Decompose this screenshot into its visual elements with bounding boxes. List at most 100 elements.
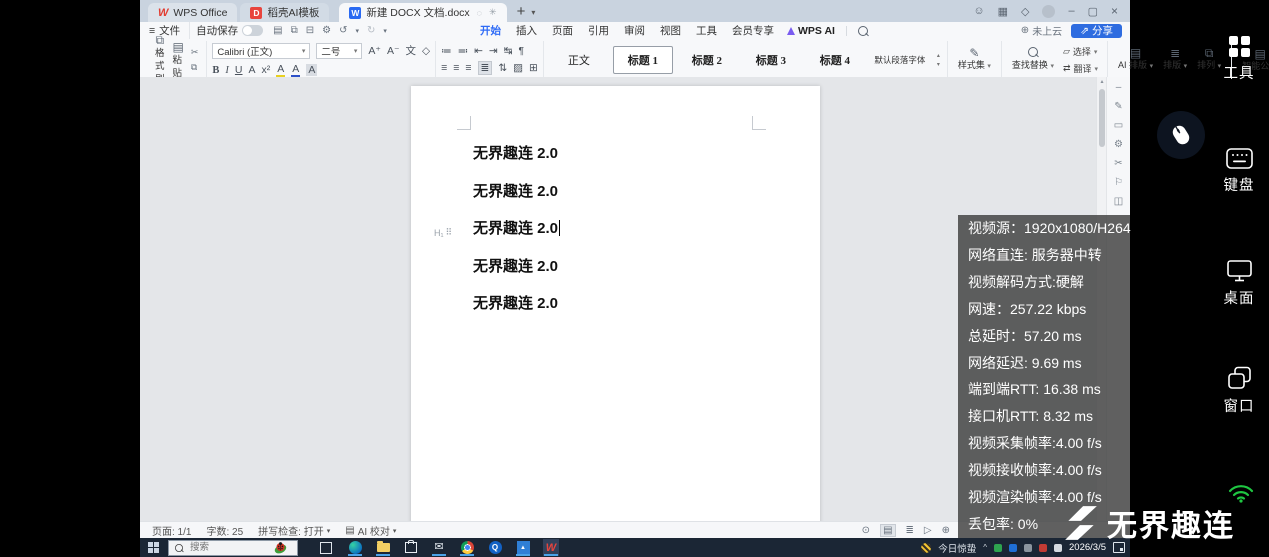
search-icon[interactable] <box>857 25 868 36</box>
menu-review[interactable]: 审阅 <box>622 23 647 38</box>
font-size-select[interactable]: 二号 ▾ <box>316 42 363 59</box>
search-app-icon[interactable]: Q <box>487 539 503 556</box>
style-set-button[interactable]: ✎ 样式集 ▾ <box>953 47 996 73</box>
gear-icon[interactable]: ⚙ <box>322 25 331 36</box>
menu-view[interactable]: 视图 <box>658 23 683 38</box>
style-default-font[interactable]: 默认段落字体 <box>869 46 931 74</box>
start-button[interactable] <box>140 538 166 557</box>
document-text[interactable]: 无界趣连 2.0 无界趣连 2.0 无界趣连 2.0 无界趣连 2.0 无界趣连… <box>473 135 561 323</box>
bullet-list-button[interactable]: ≔ <box>441 45 452 57</box>
new-tab-button[interactable]: + <box>517 3 526 20</box>
feedback-smiley-icon[interactable]: ☺ <box>973 5 984 17</box>
find-replace-button[interactable]: 查找替换 ▾ <box>1007 47 1059 73</box>
font-color-button[interactable]: A <box>291 63 301 78</box>
menu-tools[interactable]: 工具 <box>694 23 719 38</box>
document-page[interactable]: 无界趣连 2.0 无界趣连 2.0 无界趣连 2.0 无界趣连 2.0 无界趣连… <box>411 86 820 521</box>
italic-button[interactable]: I <box>225 65 229 76</box>
line-spacing-button[interactable]: ⇅ <box>498 62 507 74</box>
print-icon[interactable]: ⊟ <box>306 25 314 36</box>
read-view-icon[interactable]: ▷ <box>924 525 932 536</box>
style-body[interactable]: 正文 <box>549 46 609 74</box>
copy-icon[interactable]: ⧉ <box>191 62 199 73</box>
note-icon[interactable]: ◫ <box>1114 196 1123 207</box>
mouse-mode-button[interactable] <box>1157 111 1205 159</box>
restore-button[interactable]: ▢ <box>1088 5 1098 18</box>
tray-icon-red[interactable] <box>1039 543 1048 552</box>
share-button[interactable]: ⇗ 分享 <box>1071 23 1122 38</box>
scrollbar-thumb[interactable] <box>1098 89 1105 147</box>
justify-button[interactable]: ≣ <box>477 61 493 75</box>
mail-app-icon[interactable]: ✉ <box>431 539 447 556</box>
decrease-indent-button[interactable]: ⇤ <box>474 45 483 57</box>
close-button[interactable]: × <box>1111 4 1118 18</box>
style-heading4[interactable]: 标题 4 <box>805 46 865 74</box>
menu-page[interactable]: 页面 <box>550 23 575 38</box>
apps-icon[interactable]: ◇ <box>1021 5 1029 18</box>
bold-button[interactable]: B <box>212 65 219 76</box>
wps-app-icon[interactable]: W <box>543 539 559 556</box>
paragraph-drag-handle[interactable]: H₁ ⠿ <box>434 227 452 238</box>
style-heading3[interactable]: 标题 3 <box>741 46 801 74</box>
layout-icon[interactable]: ▦ <box>998 5 1008 18</box>
chrome-app-icon[interactable] <box>459 539 475 556</box>
sidebar-item-desktop[interactable]: 桌面 <box>1212 260 1266 308</box>
phonetic-button[interactable]: 文 <box>406 43 417 58</box>
scroll-up-icon[interactable]: ▴ <box>937 52 940 59</box>
menu-reference[interactable]: 引用 <box>586 23 611 38</box>
char-shading-button[interactable]: A <box>306 64 318 76</box>
undo-caret-icon[interactable]: ▾ <box>355 27 359 35</box>
eye-protect-icon[interactable]: ⊙ <box>862 525 870 536</box>
autosave-toggle[interactable] <box>242 25 264 36</box>
more-view-icon[interactable]: ⊕ <box>942 525 950 536</box>
search-input[interactable] <box>188 541 270 554</box>
sidebar-item-window[interactable]: 窗口 <box>1212 366 1266 416</box>
cut-icon[interactable]: ✂ <box>191 47 199 58</box>
tab-wps-office[interactable]: W WPS Office <box>148 3 238 22</box>
scroll-down-icon[interactable]: ▾ <box>937 61 940 68</box>
edge-app-icon[interactable] <box>347 539 363 556</box>
tray-icon-network[interactable] <box>1054 543 1063 552</box>
sidebar-item-tools[interactable]: 工具 <box>1212 36 1266 83</box>
tray-expand-icon[interactable]: ^ <box>983 543 987 552</box>
underline-button[interactable]: U <box>235 64 243 76</box>
style-heading2[interactable]: 标题 2 <box>677 46 737 74</box>
solar-term-label[interactable]: 今日惊蛰 <box>938 541 976 555</box>
show-marks-button[interactable]: ¶ <box>519 45 525 57</box>
layout-button[interactable]: ≣ 排版 ▾ <box>1158 47 1192 73</box>
store-app-icon[interactable] <box>403 539 419 556</box>
gear-icon[interactable]: ⚙ <box>1114 139 1123 150</box>
solar-term-icon[interactable] <box>921 542 932 553</box>
pen-icon[interactable]: ✎ <box>1114 101 1122 112</box>
output-icon[interactable]: ⧉ <box>291 25 298 36</box>
style-heading1[interactable]: 标题 1 <box>612 46 673 74</box>
borders-button[interactable]: ⊞ <box>529 62 538 74</box>
menu-insert[interactable]: 插入 <box>514 23 539 38</box>
increase-indent-button[interactable]: ⇥ <box>489 45 498 57</box>
ai-layout-button[interactable]: ▤ AI 排版 ▾ <box>1113 47 1158 73</box>
word-count[interactable]: 字数: 25 <box>206 523 243 538</box>
page-view-icon[interactable]: ▤ <box>880 524 896 537</box>
superscript-button[interactable]: x² <box>262 64 271 76</box>
sync-status-icon[interactable]: ◌ <box>477 8 482 18</box>
taskbar-search[interactable] <box>168 539 298 556</box>
ai-proof-button[interactable]: ▤ AI 校对 ▾ <box>345 523 396 538</box>
menu-wps-ai[interactable]: WPS AI <box>787 25 835 37</box>
menu-member[interactable]: 会员专享 <box>730 23 776 38</box>
undo-icon[interactable]: ↺ <box>339 25 347 36</box>
shrink-font-button[interactable]: A⁻ <box>387 45 400 57</box>
number-list-button[interactable]: ≕ <box>458 45 469 57</box>
tray-icon-volume[interactable] <box>1024 543 1033 552</box>
cloud-status[interactable]: ⊕ 未上云 <box>1021 23 1062 38</box>
translate-button[interactable]: ⇄ 翻译 ▾ <box>1063 62 1098 75</box>
align-left-button[interactable]: ≡ <box>441 62 447 74</box>
customize-caret-icon[interactable]: ▾ <box>383 27 387 35</box>
save-icon[interactable]: ▤ <box>273 25 282 36</box>
tab-document[interactable]: W 新建 DOCX 文档.docx ◌ ✳ <box>339 3 507 22</box>
tab-list-button[interactable]: ▾ <box>531 8 535 17</box>
photos-app-icon[interactable]: ▲ <box>515 539 531 556</box>
strikethrough-button[interactable]: A <box>249 64 256 76</box>
shading-button[interactable]: ▨ <box>513 62 523 74</box>
grow-font-button[interactable]: A⁺ <box>368 45 381 57</box>
font-name-select[interactable]: Calibri (正文) ▾ <box>212 42 311 59</box>
clear-format-button[interactable]: ◇ <box>422 45 430 57</box>
